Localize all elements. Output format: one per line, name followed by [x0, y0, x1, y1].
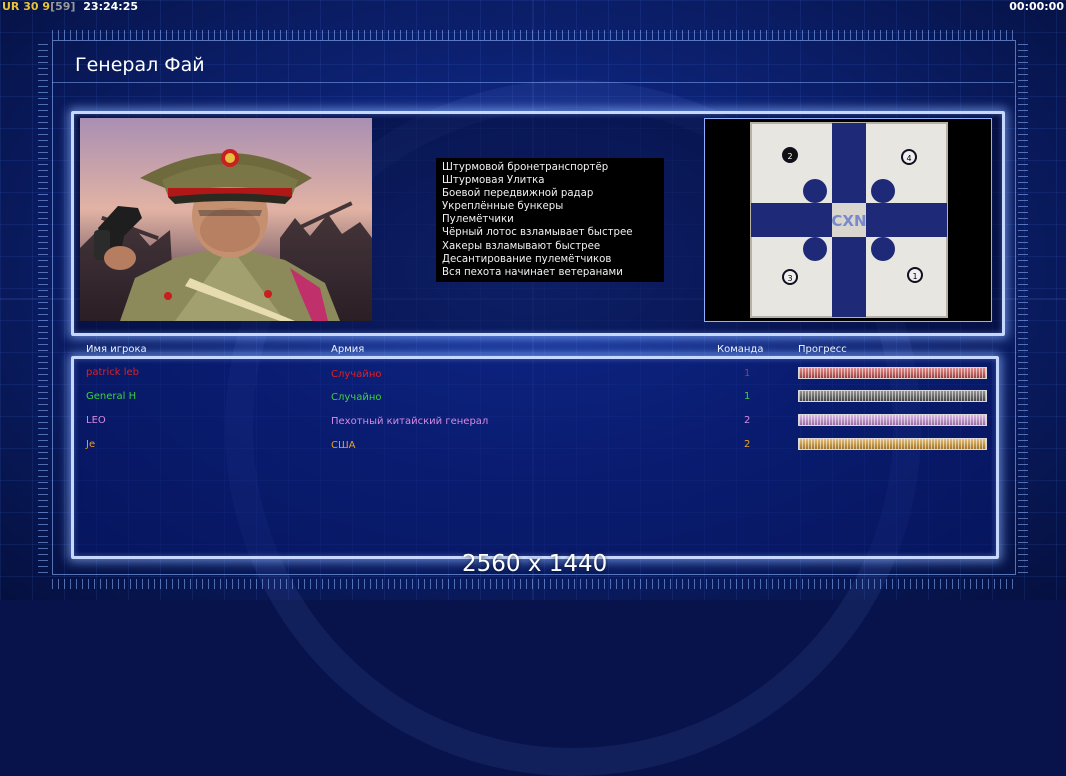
general-features-box: Штурмовой бронетранспортёр Штурмовая Ули…: [436, 158, 664, 282]
player-team: 2: [744, 415, 751, 426]
map-preview: CXN 1 2 3 4: [704, 118, 992, 322]
progress-fill: [799, 391, 986, 401]
fps-value: 30: [23, 0, 39, 13]
player-name: LEO: [86, 415, 106, 426]
progress-bar: [798, 390, 987, 402]
ruler-bottom: [52, 579, 1014, 589]
player-name: Je: [86, 439, 96, 450]
resolution-label: 2560 x 1440: [462, 551, 608, 577]
feature-item: Пулемётчики: [442, 214, 514, 226]
player-team: 2: [744, 439, 751, 450]
feature-item: Штурмовая Улитка: [442, 175, 545, 187]
start-position-marker: 3: [782, 269, 798, 285]
feature-item: Штурмовой бронетранспортёр: [442, 162, 609, 173]
header-army: Армия: [331, 344, 365, 355]
progress-fill: [799, 415, 986, 425]
ruler-left: [38, 40, 48, 573]
fps-label: UR: [2, 0, 20, 13]
feature-item: Вся пехота начинает ветеранами: [442, 266, 623, 278]
progress-fill: [799, 368, 986, 378]
general-portrait-image: [80, 118, 372, 321]
player-name: General H: [86, 391, 137, 402]
player-army: США: [331, 440, 356, 451]
players-panel: [71, 356, 999, 559]
feature-item: Десантирование пулемётчиков: [442, 253, 612, 265]
frame-count: 9: [42, 0, 51, 13]
feature-item: Хакеры взламывают быстрее: [442, 240, 601, 252]
progress-fill: [799, 439, 986, 449]
feature-item: Боевой передвижной радар: [442, 188, 594, 200]
player-team: 1: [744, 391, 751, 402]
header-player-name: Имя игрока: [86, 344, 147, 355]
progress-bar: [798, 367, 987, 379]
player-name: patrick leb: [86, 367, 140, 378]
svg-text:1: 1: [912, 272, 917, 281]
feature-item: Укреплённые бункеры: [442, 201, 564, 213]
ruler-top: [52, 30, 1014, 40]
progress-bar: [798, 438, 987, 450]
ruler-right: [1018, 40, 1028, 573]
player-team: 1: [744, 368, 751, 379]
page-title: Генерал Фай: [75, 54, 205, 76]
frame-bracket: [59]: [50, 0, 76, 13]
game-timer: 00:00:00: [1009, 0, 1064, 13]
general-features-list: Штурмовой бронетранспортёр Штурмовая Ули…: [436, 158, 664, 279]
start-position-marker: 1: [907, 267, 923, 283]
system-clock: 23:24:25: [83, 0, 139, 13]
feature-item: Чёрный лотос взламывает быстрее: [442, 227, 633, 239]
header-team: Команда: [717, 344, 764, 355]
player-army: Случайно: [331, 369, 382, 380]
progress-bar: [798, 414, 987, 426]
svg-text:4: 4: [906, 154, 911, 163]
fps-counter: UR 30 9[59] 23:24:25: [2, 0, 138, 13]
player-army: Случайно: [331, 392, 382, 403]
map-logo: CXN: [831, 212, 866, 230]
svg-text:3: 3: [787, 274, 792, 283]
svg-text:2: 2: [787, 152, 792, 161]
start-position-marker: 4: [901, 149, 917, 165]
general-portrait: [80, 118, 372, 321]
header-progress: Прогресс: [798, 344, 847, 355]
player-army: Пехотный китайский генерал: [331, 416, 489, 427]
map-preview-image: CXN 1 2 3 4: [705, 119, 991, 321]
debug-topbar: UR 30 9[59] 23:24:25 00:00:00: [0, 0, 1066, 14]
start-position-marker: 2: [782, 147, 798, 163]
